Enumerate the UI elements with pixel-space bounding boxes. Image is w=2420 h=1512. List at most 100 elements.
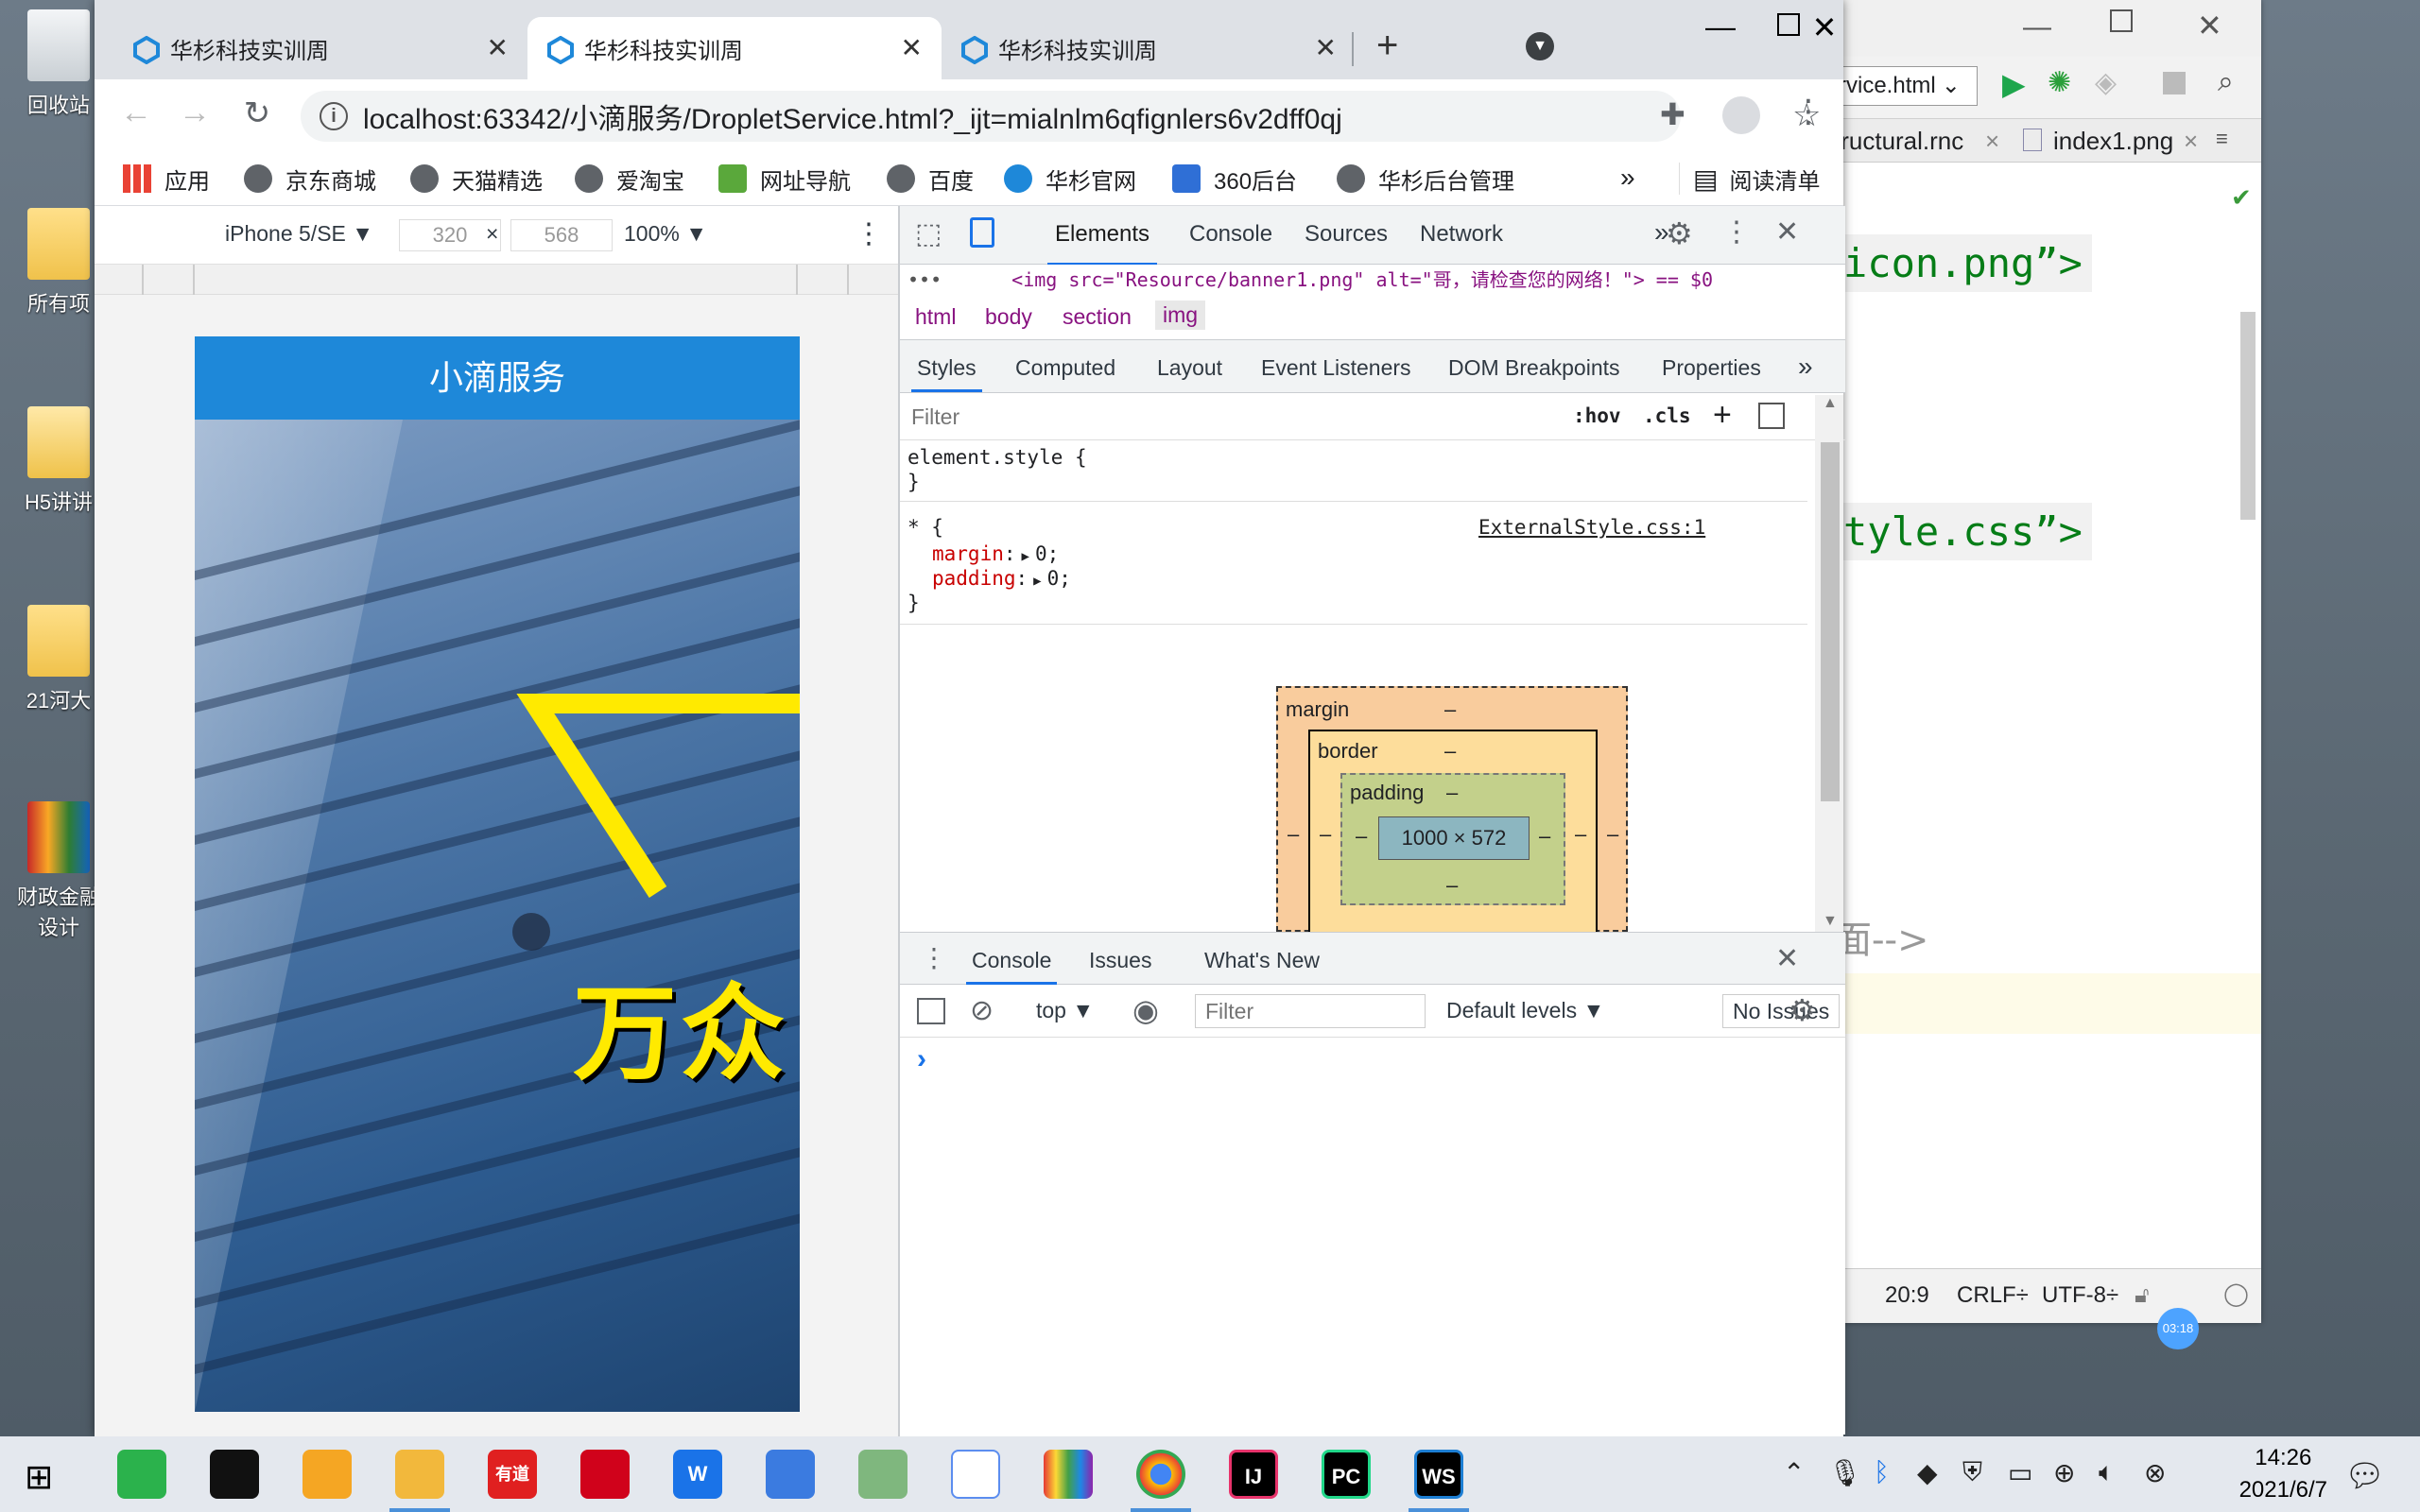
minimize-icon[interactable]: — xyxy=(1692,9,1749,47)
browser-tab[interactable]: 华杉科技实训周 ✕ xyxy=(942,17,1356,79)
tab-search-icon[interactable]: ▼ xyxy=(1526,32,1554,60)
chevron-up-icon[interactable]: ⌃ xyxy=(1783,1457,1805,1488)
device-toggle-icon[interactable] xyxy=(970,217,994,248)
download-folder-icon[interactable] xyxy=(302,1450,352,1499)
close-icon[interactable]: ✕ xyxy=(1775,215,1799,249)
close-icon[interactable]: ✕ xyxy=(1775,942,1799,975)
element-style-open[interactable]: element.style { xyxy=(908,446,1087,469)
scroll-up-icon[interactable]: ▲ xyxy=(1823,395,1838,412)
webstorm-icon[interactable]: WS xyxy=(1414,1450,1463,1499)
bookmark-item[interactable]: 爱淘宝 xyxy=(575,163,684,195)
editor-tab[interactable]: tructural.rnc xyxy=(1834,127,1963,156)
zoom-select[interactable]: 100% ▼ xyxy=(624,221,707,247)
box-model-border[interactable]: border – – – padding – – – – 1000 × 572 xyxy=(1308,730,1598,947)
breadcrumb-section[interactable]: section xyxy=(1063,304,1132,330)
bookmark-item[interactable]: 华杉官网 xyxy=(1004,163,1136,195)
wps-icon[interactable]: W xyxy=(673,1450,722,1499)
back-icon[interactable]: ← xyxy=(113,94,159,131)
desktop-icon-recycle-bin[interactable]: 回收站 xyxy=(9,9,108,119)
tab-menu-icon[interactable]: ≡ xyxy=(2216,127,2228,151)
reload-icon[interactable]: ↻ xyxy=(234,94,280,132)
issues-button[interactable]: No Issues xyxy=(1722,994,1841,1028)
more-tabs[interactable]: » xyxy=(1798,352,1813,382)
bookmark-item[interactable]: 百度 xyxy=(887,163,974,195)
box-model-padding[interactable]: padding – – – – 1000 × 572 xyxy=(1340,773,1565,905)
bookmark-item[interactable]: 360后台 xyxy=(1172,163,1297,195)
drawer-tab-whats-new[interactable]: What's New xyxy=(1204,948,1320,973)
baidu-netdisk-icon[interactable] xyxy=(951,1450,1000,1499)
desktop-icon-folder-2[interactable]: 21河大 xyxy=(9,605,108,714)
qq-icon[interactable] xyxy=(210,1450,259,1499)
bookmark-apps[interactable]: 应用 xyxy=(123,163,210,195)
security-shield-icon[interactable]: ⛨ xyxy=(1962,1457,1982,1488)
clock[interactable]: 14:26 2021/6/7 xyxy=(2239,1442,2327,1506)
browser-tab[interactable]: 华杉科技实训周 ✕ xyxy=(113,17,527,79)
bookmark-item[interactable]: 网址导航 xyxy=(718,163,851,195)
settings-gear-icon[interactable]: ⚙ xyxy=(1666,215,1693,251)
extensions-icon[interactable]: ✚ xyxy=(1660,96,1685,132)
tab-event-listeners[interactable]: Event Listeners xyxy=(1261,355,1411,381)
tab-styles[interactable]: Styles xyxy=(911,355,982,392)
toggle-sidebar-icon[interactable] xyxy=(1758,403,1785,429)
drawer-tab-console[interactable]: Console xyxy=(965,948,1058,985)
wechat-icon[interactable] xyxy=(117,1450,166,1499)
app-icon[interactable] xyxy=(766,1450,815,1499)
close-icon[interactable]: ✕ xyxy=(901,32,923,63)
live-expression-eye-icon[interactable]: ◉ xyxy=(1132,992,1159,1028)
minimize-icon[interactable]: — xyxy=(2023,11,2051,43)
ide-scrollbar[interactable] xyxy=(2240,312,2256,520)
editor-tab[interactable]: index1.png xyxy=(2053,127,2173,156)
style-property[interactable]: padding: ▶ 0; xyxy=(932,567,1071,590)
profile-avatar-icon[interactable] xyxy=(1722,96,1760,134)
omnibox[interactable]: i localhost:63342/小滴服务/DropletService.ht… xyxy=(301,91,1821,142)
tab-layout[interactable]: Layout xyxy=(1157,355,1222,381)
input-method-icon[interactable]: ⊗ xyxy=(2144,1457,2166,1488)
clear-console-icon[interactable]: ⊘ xyxy=(970,994,994,1027)
inspect-element-icon[interactable]: ⬚ xyxy=(915,217,942,250)
bookmark-item[interactable]: 天猫精选 xyxy=(410,163,543,195)
coverage-icon[interactable]: ◈ xyxy=(2095,66,2117,99)
bookmark-item[interactable]: 华杉后台管理 xyxy=(1337,163,1514,195)
close-icon[interactable]: × xyxy=(2184,127,2198,156)
start-windows-icon[interactable]: ⊞ xyxy=(25,1457,53,1497)
hov-toggle[interactable]: :hov xyxy=(1573,404,1621,427)
network-globe-icon[interactable]: ⊕ xyxy=(2053,1457,2075,1488)
desktop-icon-archive[interactable]: 财政金融设计 xyxy=(9,801,108,941)
console-settings-gear-icon[interactable]: ⚙ xyxy=(1789,992,1816,1028)
run-icon[interactable]: ▶ xyxy=(2002,66,2026,102)
file-encoding[interactable]: UTF-8÷ xyxy=(2042,1282,2118,1309)
desktop-icon-pdf[interactable]: H5讲讲 xyxy=(9,406,108,516)
caret-position[interactable]: 20:9 xyxy=(1885,1282,1929,1309)
info-icon[interactable]: i xyxy=(320,102,348,130)
close-icon[interactable]: ✕ xyxy=(487,32,509,63)
search-icon[interactable]: ⌕ xyxy=(2218,66,2234,98)
styles-scrollbar[interactable]: ▲ ▼ xyxy=(1815,395,1843,934)
dom-tree-line[interactable]: ••• <img src="Resource/banner1.png" alt=… xyxy=(900,265,1845,293)
console-output[interactable]: › xyxy=(900,1038,1845,1435)
new-tab-button[interactable]: + xyxy=(1376,25,1398,67)
tab-properties[interactable]: Properties xyxy=(1662,355,1761,381)
color-app-icon[interactable] xyxy=(1044,1450,1093,1499)
more-options-icon[interactable]: ⋮ xyxy=(855,217,883,250)
close-icon[interactable]: ✕ xyxy=(1315,32,1337,63)
stop-icon[interactable] xyxy=(2163,72,2186,94)
battery-icon[interactable]: ▭ xyxy=(2008,1457,2032,1488)
rule-selector[interactable]: * { xyxy=(908,516,943,539)
box-model-margin[interactable]: margin – – – border – – – padding – – – … xyxy=(1276,686,1628,947)
drawer-menu-icon[interactable]: ⋮ xyxy=(921,942,947,973)
media-query-ruler[interactable] xyxy=(95,265,898,295)
browser-tab-active[interactable]: 华杉科技实训周 ✕ xyxy=(527,17,942,79)
sidebar-toggle-icon[interactable] xyxy=(917,998,945,1024)
youdao-icon[interactable]: 有道 xyxy=(488,1450,537,1499)
app-icon[interactable] xyxy=(580,1450,630,1499)
close-icon[interactable]: ✕ xyxy=(1796,9,1853,47)
volume-icon[interactable]: 🔈︎ xyxy=(2099,1457,2115,1488)
tab-dom-breakpoints[interactable]: DOM Breakpoints xyxy=(1448,355,1620,381)
new-rule-icon[interactable]: + xyxy=(1713,397,1732,434)
bookmarks-overflow[interactable]: » xyxy=(1620,163,1635,193)
chrome-icon[interactable] xyxy=(1136,1450,1185,1499)
height-input[interactable]: 568 xyxy=(510,219,613,251)
notification-center-icon[interactable]: 💬︎ xyxy=(2344,1457,2385,1495)
rule-source-link[interactable]: ExternalStyle.css:1 xyxy=(1478,516,1705,539)
menu-icon[interactable]: ⋮ xyxy=(1792,93,1824,130)
